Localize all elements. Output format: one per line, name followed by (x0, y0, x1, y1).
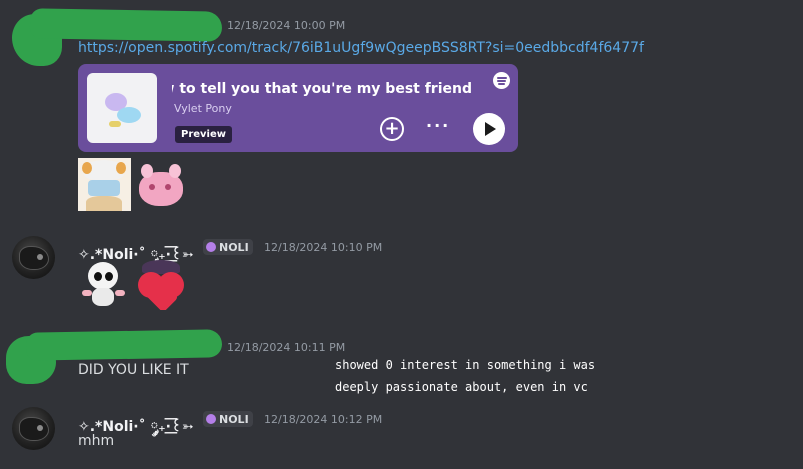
server-tag-badge[interactable]: NOLI (203, 411, 253, 427)
avatar[interactable] (12, 236, 55, 279)
redacted-username (25, 329, 223, 361)
avatar[interactable] (12, 407, 55, 450)
message-timestamp: 12/18/2024 10:00 PM (227, 19, 346, 32)
track-artist[interactable]: Vylet Pony (174, 102, 232, 115)
pink-creature-sticker[interactable] (135, 158, 188, 211)
heart-hug-sticker[interactable] (134, 258, 190, 310)
message-timestamp: 12/18/2024 10:12 PM (264, 413, 383, 426)
server-tag-badge[interactable]: NOLI (203, 239, 253, 255)
anime-girl-sticker[interactable] (78, 158, 131, 211)
redacted-username (29, 8, 223, 42)
play-icon[interactable] (473, 113, 505, 145)
tag-icon (206, 242, 216, 252)
message-timestamp: 12/18/2024 10:10 PM (264, 241, 383, 254)
preview-label: Preview (175, 126, 233, 143)
message-timestamp: 12/18/2024 10:11 PM (227, 341, 346, 354)
message-text: DID YOU LIKE IT (78, 362, 189, 378)
add-circle-icon[interactable]: + (380, 117, 404, 141)
overlay-caption-line: showed 0 interest in something i was (335, 358, 596, 372)
overlay-caption-line: deeply passionate about, even in vc (335, 380, 588, 394)
album-cover[interactable] (87, 73, 157, 143)
tag-icon (206, 414, 216, 424)
spotify-track-link[interactable]: https://open.spotify.com/track/76iB1uUgf… (78, 40, 644, 56)
white-skull-creature-sticker[interactable] (78, 258, 130, 310)
spotify-icon[interactable] (493, 72, 510, 89)
spotify-embed[interactable]: I don't know how to tell you that you're… (78, 64, 518, 152)
more-dots-icon[interactable]: ··· (426, 116, 450, 135)
track-title[interactable]: I don't know how to tell you that you're… (172, 81, 472, 97)
message-text: mhm (78, 433, 115, 449)
